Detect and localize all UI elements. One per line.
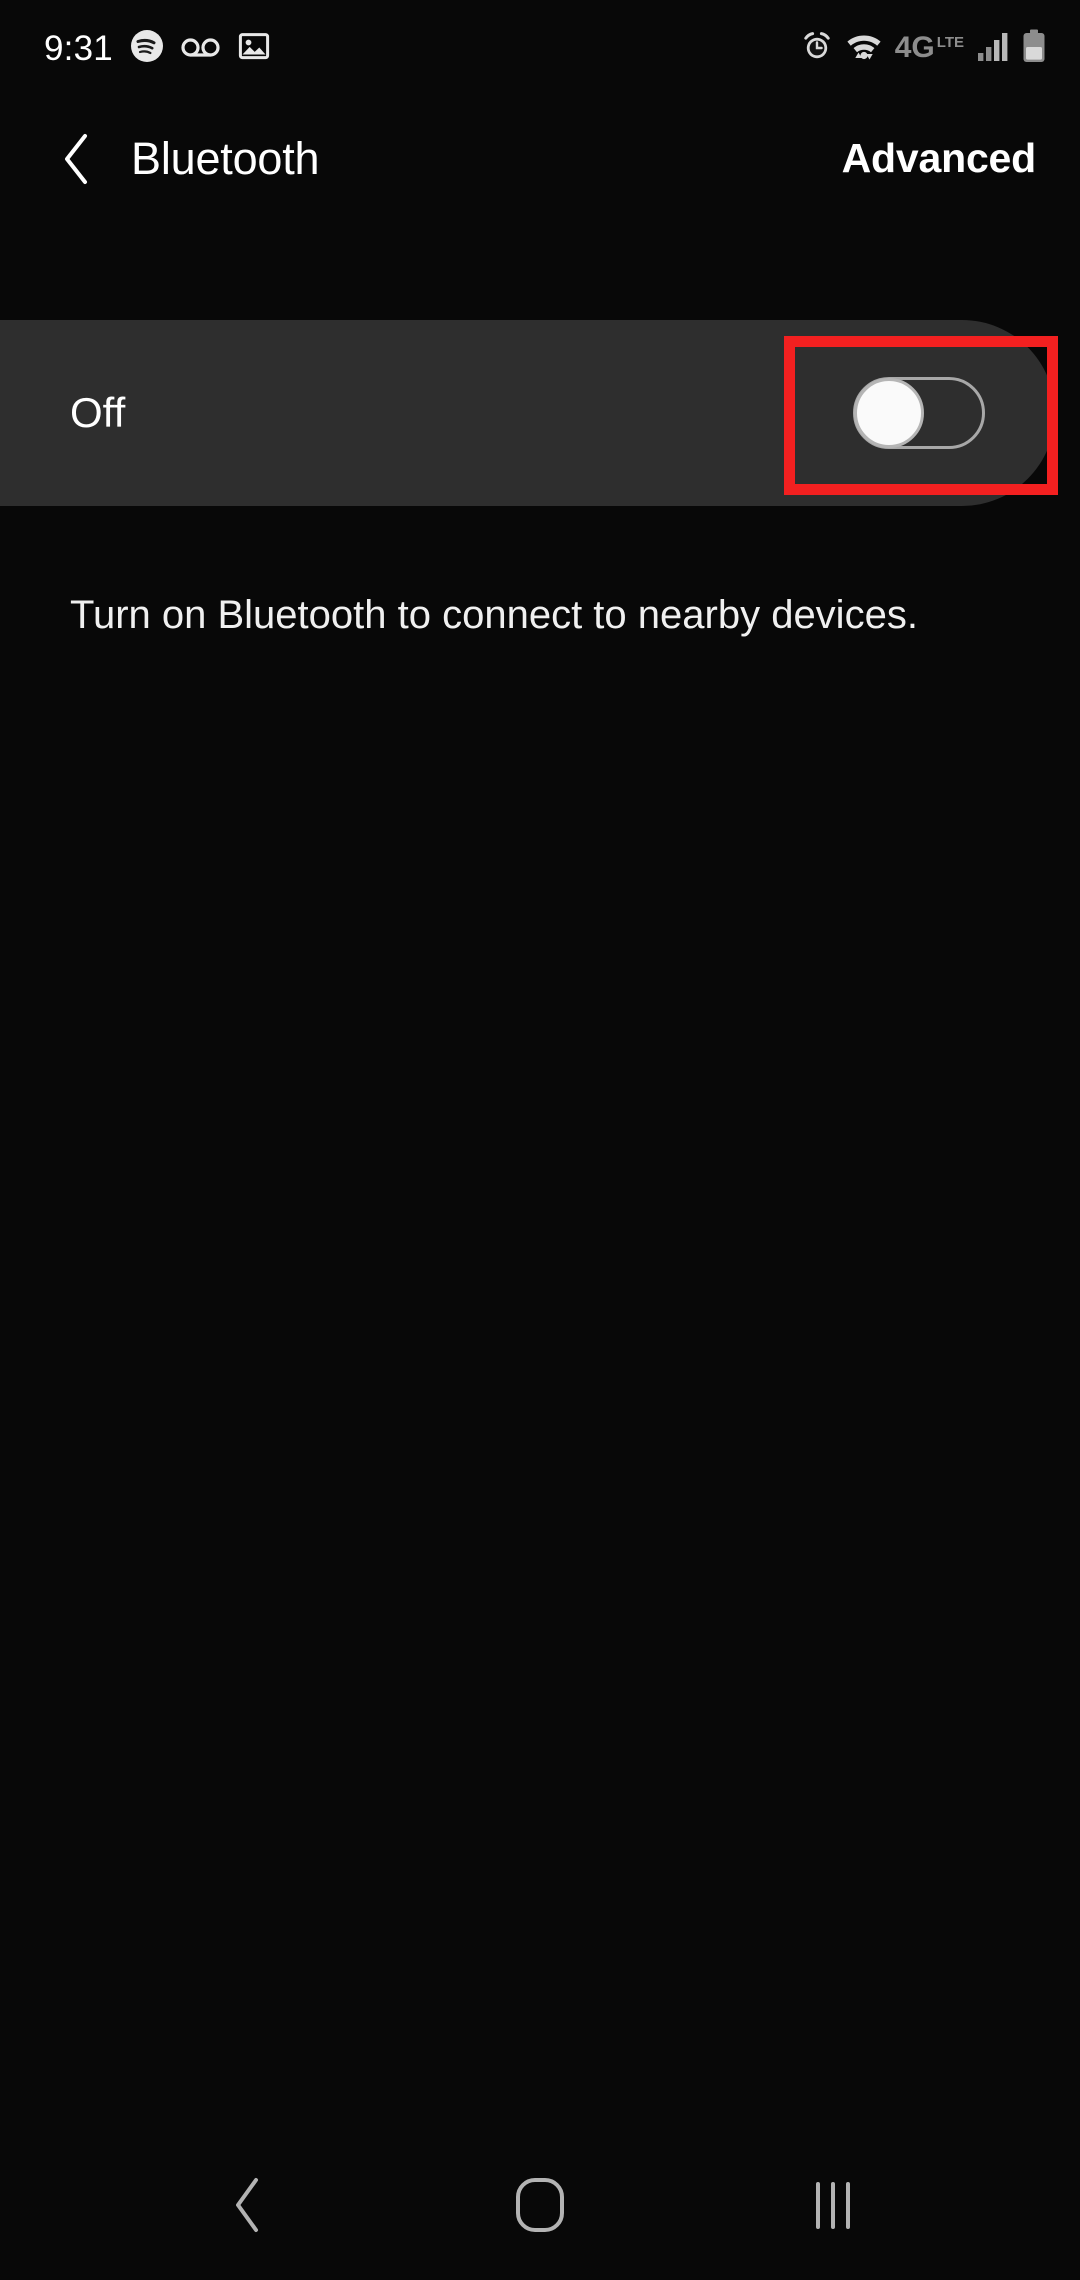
bluetooth-state-label: Off bbox=[70, 389, 126, 436]
bluetooth-description-text: Turn on Bluetooth to connect to nearby d… bbox=[70, 593, 918, 637]
voicemail-icon bbox=[181, 34, 221, 63]
chevron-left-icon[interactable] bbox=[52, 133, 100, 184]
signal-bars-icon bbox=[977, 31, 1009, 66]
nav-back-button[interactable] bbox=[192, 2150, 302, 2260]
wifi-icon bbox=[846, 29, 882, 68]
network-type-icon: 4G LTE bbox=[894, 31, 964, 65]
status-bar-left-cluster: 9:31 bbox=[44, 29, 270, 68]
network-type-suffix-label: LTE bbox=[936, 34, 964, 52]
gallery-image-icon bbox=[238, 30, 270, 67]
system-navigation-bar bbox=[0, 2130, 1080, 2280]
advanced-button[interactable]: Advanced bbox=[842, 138, 1037, 179]
bluetooth-toggle[interactable] bbox=[853, 377, 985, 449]
nav-recents-button[interactable] bbox=[778, 2150, 888, 2260]
status-bar: 9:31 4G LTE bbox=[0, 0, 1080, 96]
network-type-label: 4G bbox=[894, 31, 935, 65]
bluetooth-toggle-card[interactable]: Off bbox=[0, 320, 1055, 506]
nav-home-button[interactable] bbox=[485, 2150, 595, 2260]
battery-icon bbox=[1022, 29, 1046, 68]
page-title: Bluetooth bbox=[131, 133, 320, 184]
status-bar-right-cluster: 4G LTE bbox=[801, 29, 1046, 68]
app-header: Bluetooth Advanced bbox=[0, 96, 1080, 221]
status-bar-clock: 9:31 bbox=[44, 28, 113, 68]
recents-bars-icon bbox=[816, 2181, 851, 2229]
spotify-icon bbox=[130, 29, 164, 68]
toggle-knob bbox=[854, 378, 924, 448]
alarm-clock-icon bbox=[801, 30, 833, 67]
